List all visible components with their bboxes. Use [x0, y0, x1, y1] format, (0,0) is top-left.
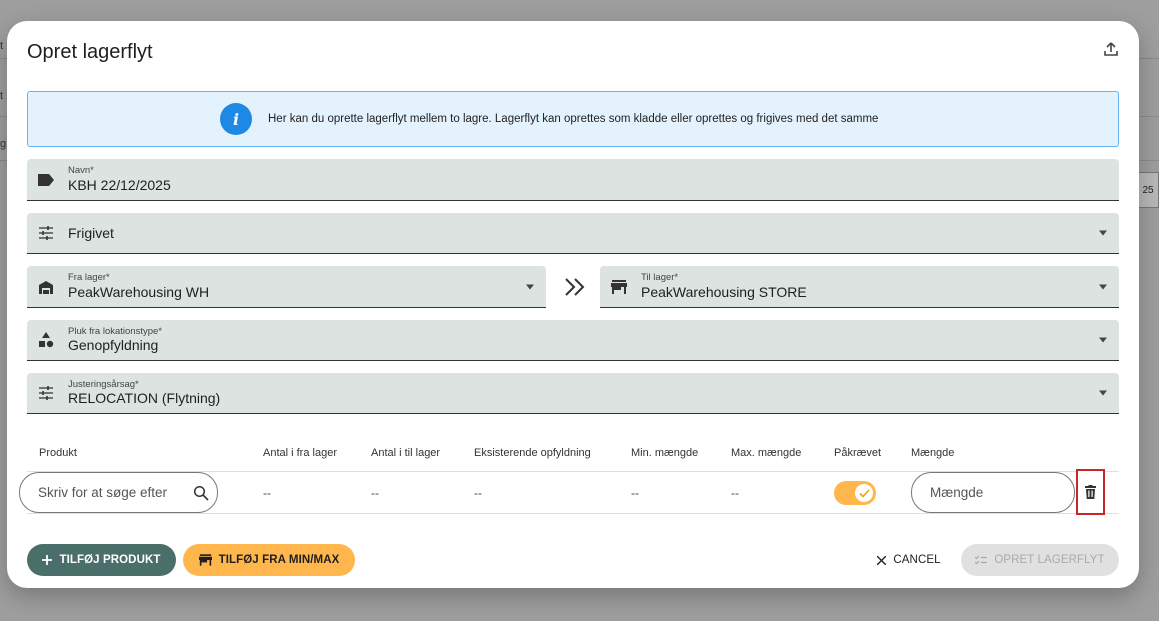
delete-row-button[interactable]	[1076, 469, 1105, 515]
column-header: Max. mængde	[731, 446, 802, 459]
plus-icon	[42, 555, 53, 565]
field-value: KBH 22/12/2025	[68, 177, 171, 193]
max-cell: --	[731, 485, 739, 500]
field-label: Til lager*	[641, 272, 679, 283]
add-product-button[interactable]: TILFØJ PRODUKT	[27, 544, 176, 576]
pick-location-type-select[interactable]: Pluk fra lokationstype* Genopfyldning	[27, 320, 1119, 361]
field-value: PeakWarehousing STORE	[641, 284, 807, 300]
create-transfer-button[interactable]: OPRET LAGERFLYT	[961, 544, 1119, 576]
status-select[interactable]: Frigivet	[27, 213, 1119, 254]
field-label: Navn*	[68, 165, 94, 176]
chevron-down-icon	[1099, 230, 1107, 236]
add-from-minmax-button[interactable]: TILFØJ FRA MIN/MAX	[183, 544, 355, 576]
to-warehouse-select[interactable]: Til lager* PeakWarehousing STORE	[600, 266, 1119, 308]
close-icon	[877, 555, 887, 565]
qty-from-cell: --	[263, 485, 271, 500]
double-chevron-right-icon	[560, 275, 590, 299]
name-field[interactable]: Navn* KBH 22/12/2025	[27, 159, 1119, 201]
table-header: Produkt Antal i fra lager Antal i til la…	[27, 434, 1119, 471]
column-header: Antal i fra lager	[263, 446, 337, 459]
field-label: Pluk fra lokationstype*	[68, 326, 162, 337]
column-header: Produkt	[39, 446, 77, 459]
check-icon	[855, 484, 873, 502]
column-header: Påkrævet	[834, 446, 882, 459]
upload-button[interactable]	[1099, 37, 1123, 61]
search-icon[interactable]	[193, 485, 209, 501]
product-search-input[interactable]	[38, 473, 188, 512]
field-value: Genopfyldning	[68, 337, 159, 353]
chevron-down-icon	[1099, 337, 1107, 343]
existing-cell: --	[474, 485, 482, 500]
column-header: Min. mængde	[631, 446, 699, 459]
required-toggle[interactable]	[834, 481, 876, 505]
cancel-button[interactable]: CANCEL	[869, 544, 949, 576]
category-icon	[37, 331, 55, 349]
field-label: Fra lager*	[68, 272, 110, 283]
bg-fragment: t	[0, 40, 4, 52]
adjustment-reason-select[interactable]: Justeringsårsag* RELOCATION (Flytning)	[27, 373, 1119, 414]
bg-cell: 25	[1137, 172, 1159, 208]
column-header: Eksisterende opfyldning	[474, 446, 591, 459]
label-icon	[37, 171, 55, 189]
dialog-title: Opret lagerflyt	[27, 41, 153, 63]
upload-icon	[1104, 42, 1118, 56]
bg-fragment: g	[0, 138, 7, 150]
chevron-down-icon	[1099, 390, 1107, 396]
tune-icon	[37, 224, 55, 242]
cancel-label: CANCEL	[893, 554, 941, 566]
min-cell: --	[631, 485, 639, 500]
field-value: RELOCATION (Flytning)	[68, 390, 221, 406]
info-text: Her kan du oprette lagerflyt mellem to l…	[268, 113, 879, 125]
checklist-icon	[975, 555, 988, 565]
info-icon: i	[220, 103, 252, 135]
field-label: Justeringsårsag*	[68, 379, 139, 390]
chevron-down-icon	[526, 284, 534, 289]
bg-fragment: t	[0, 90, 4, 102]
add-from-minmax-label: TILFØJ FRA MIN/MAX	[218, 554, 340, 566]
create-transfer-label: OPRET LAGERFLYT	[994, 554, 1105, 566]
create-transfer-dialog: Opret lagerflyt i Her kan du oprette lag…	[7, 21, 1139, 588]
product-search-field[interactable]	[19, 472, 218, 513]
add-product-label: TILFØJ PRODUKT	[59, 554, 161, 566]
chevron-down-icon	[1099, 284, 1107, 289]
field-value: PeakWarehousing WH	[68, 284, 210, 300]
quantity-field[interactable]	[911, 472, 1075, 513]
quantity-input[interactable]	[930, 473, 1060, 512]
field-value: Frigivet	[68, 225, 114, 241]
tune-icon	[37, 384, 55, 402]
store-icon	[610, 278, 628, 296]
trash-icon	[1085, 485, 1096, 499]
column-header: Mængde	[911, 446, 955, 459]
from-warehouse-select[interactable]: Fra lager* PeakWarehousing WH	[27, 266, 546, 308]
warehouse-icon	[37, 278, 55, 296]
column-header: Antal i til lager	[371, 446, 441, 459]
info-banner: i Her kan du oprette lagerflyt mellem to…	[27, 91, 1119, 147]
qty-to-cell: --	[371, 485, 379, 500]
store-icon	[198, 554, 212, 566]
